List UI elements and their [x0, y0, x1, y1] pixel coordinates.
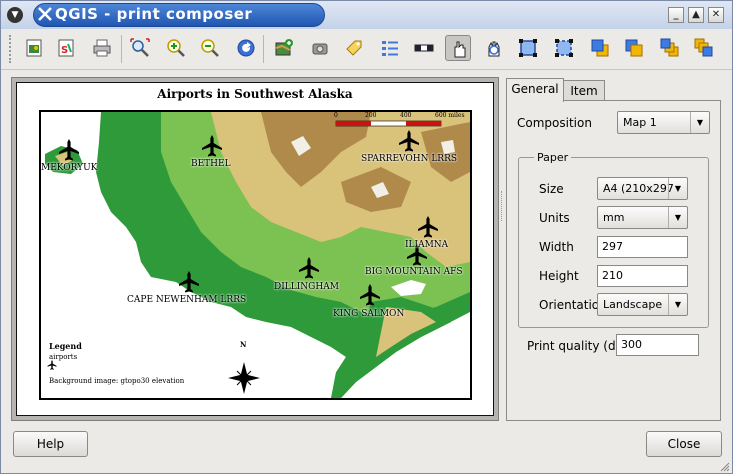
airport-label: MEKORYUK: [41, 163, 98, 173]
export-image-icon[interactable]: [21, 35, 47, 61]
move-top-icon[interactable]: [657, 35, 683, 61]
window-menu-icon[interactable]: ▼: [7, 7, 23, 23]
airport-label: ILIAMNA: [405, 240, 449, 250]
composer-canvas[interactable]: Airports in Southwest Alaska 0 200 400 6…: [11, 77, 499, 421]
height-label: Height: [539, 269, 579, 283]
splitter-handle[interactable]: [501, 191, 504, 221]
help-button[interactable]: Help: [13, 431, 88, 457]
resize-grip-icon[interactable]: [720, 461, 730, 472]
size-select[interactable]: A4 (210x297 ▼: [597, 177, 688, 200]
orientation-value: Landscape: [603, 298, 663, 311]
units-select[interactable]: mm ▼: [597, 206, 688, 229]
tab-general[interactable]: General: [506, 78, 564, 102]
north-label: N: [240, 340, 247, 349]
move-bottom-icon[interactable]: [691, 35, 717, 61]
scalebar-label: 0: [334, 112, 338, 119]
composition-value: Map 1: [623, 116, 657, 129]
svg-text:S: S: [61, 45, 68, 56]
group-icon[interactable]: [515, 35, 541, 61]
airport-label: SPARREVOHN LRRS: [361, 154, 458, 164]
raise-icon[interactable]: [587, 35, 613, 61]
chevron-down-icon: ▼: [690, 112, 709, 133]
airport-label: BIG MOUNTAIN AFS: [365, 267, 463, 277]
select-move-icon[interactable]: [445, 35, 471, 61]
zoom-full-icon[interactable]: [127, 35, 153, 61]
height-field[interactable]: 210: [597, 265, 688, 287]
chevron-down-icon: ▼: [668, 178, 687, 199]
scalebar-label: 600 miles: [435, 112, 465, 119]
add-label-icon[interactable]: [341, 35, 367, 61]
paper-group-title: Paper: [534, 151, 572, 164]
ungroup-icon[interactable]: [551, 35, 577, 61]
zoom-out-icon[interactable]: [197, 35, 223, 61]
airport-label: BETHEL: [191, 159, 231, 169]
size-label: Size: [539, 182, 564, 196]
close-icon[interactable]: ✕: [708, 7, 724, 23]
window-title: QGIS - print composer: [55, 5, 253, 23]
add-map-icon[interactable]: [271, 35, 297, 61]
add-image-icon[interactable]: [307, 35, 333, 61]
toolbar-grip[interactable]: [9, 35, 15, 63]
minimize-icon[interactable]: _: [668, 7, 684, 23]
scalebar-label: 400: [400, 112, 412, 119]
composition-select[interactable]: Map 1 ▼: [617, 111, 710, 134]
width-field[interactable]: 297: [597, 236, 688, 258]
legend-title: Legend: [49, 341, 82, 351]
zoom-in-icon[interactable]: [163, 35, 189, 61]
add-scalebar-icon[interactable]: [411, 35, 437, 61]
chevron-down-icon: ▼: [668, 207, 687, 228]
lower-icon[interactable]: [621, 35, 647, 61]
composition-label: Composition: [517, 116, 592, 130]
close-button[interactable]: Close: [646, 431, 722, 457]
width-label: Width: [539, 240, 574, 254]
units-value: mm: [603, 211, 625, 224]
export-svg-icon[interactable]: S: [53, 35, 79, 61]
maximize-icon[interactable]: ▲: [688, 7, 704, 23]
composition-title[interactable]: Airports in Southwest Alaska: [17, 87, 493, 101]
move-content-icon[interactable]: [481, 35, 507, 61]
airport-label: CAPE NEWENHAM LRRS: [127, 295, 247, 305]
qgis-logo-icon: [37, 6, 53, 22]
print-composer-window: ▼ QGIS - print composer _ ▲ ✕ S Airports…: [0, 0, 733, 474]
composition-paper[interactable]: Airports in Southwest Alaska 0 200 400 6…: [16, 82, 494, 416]
title-bar[interactable]: ▼ QGIS - print composer _ ▲ ✕: [1, 1, 732, 30]
print-quality-field[interactable]: 300: [616, 334, 699, 356]
size-value: A4 (210x297: [603, 182, 674, 195]
legend-layer-name: airports: [49, 353, 78, 361]
chevron-down-icon: ▼: [668, 294, 687, 315]
toolbar-separator: [263, 35, 264, 63]
toolbar-separator: [121, 35, 122, 63]
legend-background-note: Background image: gtopo30 elevation: [49, 377, 185, 385]
airport-label: DILLINGHAM: [274, 282, 339, 292]
refresh-icon[interactable]: [233, 35, 259, 61]
map-item[interactable]: 0 200 400 600 miles MEKORYUK BETHEL SPAR…: [39, 110, 472, 400]
add-legend-icon[interactable]: [377, 35, 403, 61]
units-label: Units: [539, 211, 570, 225]
toolbar: S: [1, 29, 732, 70]
tab-item[interactable]: Item: [563, 80, 605, 102]
print-icon[interactable]: [89, 35, 115, 61]
scalebar-label: 200: [365, 112, 377, 119]
orientation-select[interactable]: Landscape ▼: [597, 293, 688, 316]
airport-label: KING SALMON: [333, 309, 405, 319]
